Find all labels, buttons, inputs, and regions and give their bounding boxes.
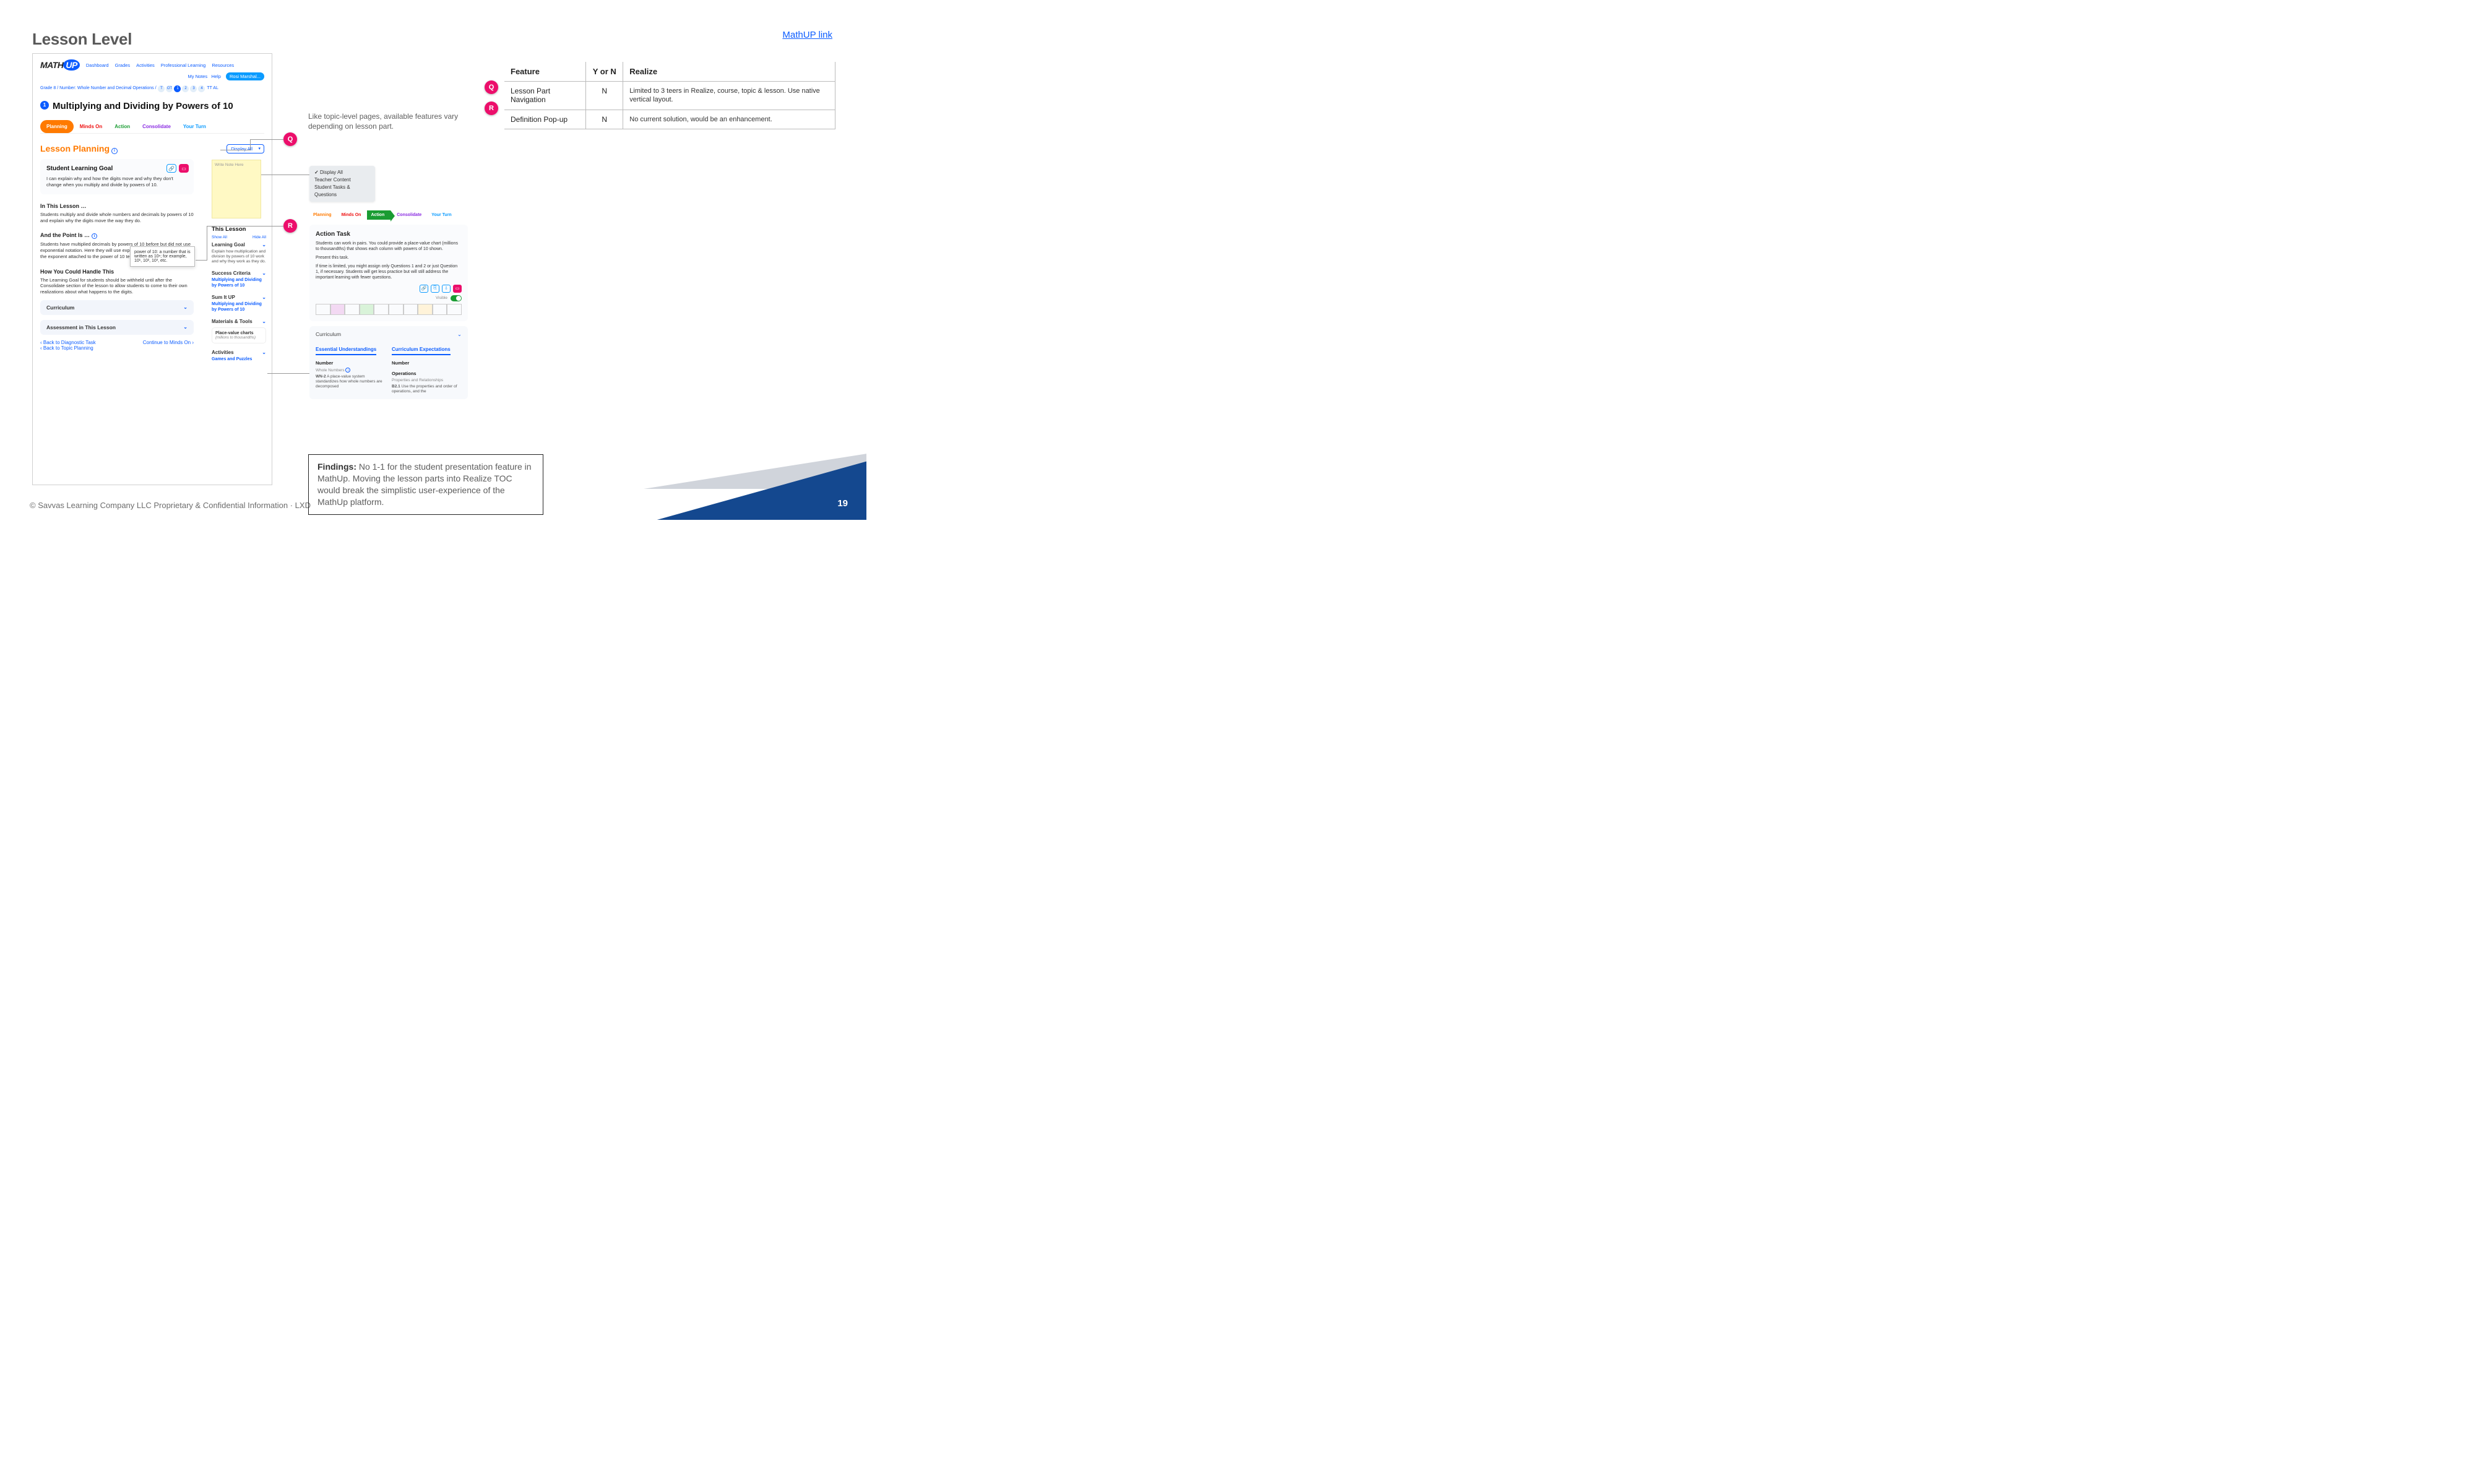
continue-minds-link[interactable]: Continue to Minds On › xyxy=(143,340,194,351)
sticky-note[interactable]: Write Note Here xyxy=(212,160,261,218)
material-card[interactable]: Place-value charts(millions to thousandt… xyxy=(212,327,266,343)
in-this-lesson-text: Students multiply and divide whole numbe… xyxy=(40,212,194,224)
learning-goal-text: Explain how multiplication and division … xyxy=(212,249,266,264)
action-task-card: Action Task Students can work in pairs. … xyxy=(309,225,468,321)
copyright-text: © Savvas Learning Company LLC Proprietar… xyxy=(30,501,311,510)
subnav-notes[interactable]: My Notes xyxy=(188,74,208,79)
lesson-planning-heading: Lesson Planningi xyxy=(40,144,118,154)
annotation-badge-q: Q xyxy=(485,80,498,94)
annotation-badge-r: R xyxy=(283,219,297,233)
lesson-sidebar: Write Note Here This Lesson Show All Hid… xyxy=(212,160,266,362)
tab-consolidate[interactable]: Consolidate xyxy=(136,120,177,133)
lesson-part-tabs: Planning Minds On Action Consolidate You… xyxy=(40,120,264,134)
page-number: 19 xyxy=(837,498,848,509)
action-part-tabs: Planning Minds On Action Consolidate You… xyxy=(309,210,468,220)
sum-it-up-link[interactable]: Multiplying and Dividing by Powers of 10 xyxy=(212,302,266,313)
tab-your-turn[interactable]: Your Turn xyxy=(428,210,455,220)
action-tab-screenshot: Planning Minds On Action Consolidate You… xyxy=(309,210,468,399)
present-icon[interactable]: ▭ xyxy=(453,285,462,293)
download-icon[interactable]: ⇩ xyxy=(442,285,451,293)
info-icon[interactable]: i xyxy=(92,233,97,239)
dropdown-opt-all[interactable]: Display All xyxy=(314,169,370,176)
breadcrumb: Grade 8 / Number: Whole Number and Decim… xyxy=(40,85,264,92)
chevron-down-icon: ⌄ xyxy=(183,324,188,330)
student-learning-goal-card: 🔗 ▭ Student Learning Goal I can explain … xyxy=(40,159,194,194)
curriculum-card: Curriculum⌄ Essential Understandings Num… xyxy=(309,326,468,400)
feature-comparison-table: Feature Y or N Realize Lesson Part Navig… xyxy=(504,62,835,129)
hide-all-link[interactable]: Hide All xyxy=(252,235,266,239)
success-criteria-link[interactable]: Multiplying and Dividing by Powers of 10 xyxy=(212,278,266,288)
lesson-title: 1 Multiplying and Dividing by Powers of … xyxy=(40,101,264,111)
annotation-badge-q: Q xyxy=(283,132,297,146)
slide-corner: 19 xyxy=(600,421,866,520)
nav-dashboard[interactable]: Dashboard xyxy=(86,63,109,68)
this-lesson-heading: This Lesson xyxy=(212,226,266,233)
dropdown-opt-student[interactable]: Student Tasks & Questions xyxy=(314,184,370,199)
tab-minds-on[interactable]: Minds On xyxy=(74,120,108,133)
display-filter-select[interactable]: Display All xyxy=(227,144,264,153)
nav-resources[interactable]: Resources xyxy=(212,63,234,68)
annotation-badge-r: R xyxy=(485,101,498,115)
tab-planning[interactable]: Planning xyxy=(309,210,335,220)
info-icon[interactable]: i xyxy=(111,148,118,154)
table-row: Definition Pop-up N No current solution,… xyxy=(504,110,835,129)
link-icon[interactable]: 🔗 xyxy=(420,285,428,293)
chevron-down-icon: ⌄ xyxy=(183,304,188,311)
curriculum-accordion[interactable]: Curriculum⌄ xyxy=(40,300,194,315)
table-row: Lesson Part Navigation N Limited to 3 te… xyxy=(504,82,835,110)
col-realize: Realize xyxy=(623,62,835,82)
col-yn: Y or N xyxy=(586,62,623,82)
main-nav: Dashboard Grades Activities Professional… xyxy=(86,63,234,68)
place-value-chart xyxy=(316,304,462,315)
materials-heading[interactable]: Materials & Tools xyxy=(212,319,252,324)
link-icon[interactable]: 🔗 xyxy=(166,164,176,173)
tab-your-turn[interactable]: Your Turn xyxy=(177,120,212,133)
feature-note: Like topic-level pages, available featur… xyxy=(308,111,463,131)
user-pill[interactable]: Rosi Marshal... xyxy=(226,72,264,80)
findings-box: Findings: No 1-1 for the student present… xyxy=(308,454,543,515)
mathup-logo: MATHUP xyxy=(40,60,80,70)
nav-prof-learning[interactable]: Professional Learning xyxy=(161,63,206,68)
tab-consolidate[interactable]: Consolidate xyxy=(393,210,425,220)
handle-text: The Learning Goal for students should be… xyxy=(40,277,194,295)
nav-activities[interactable]: Activities xyxy=(136,63,155,68)
subnav-help[interactable]: Help xyxy=(211,74,220,79)
visible-toggle[interactable] xyxy=(451,295,462,301)
tab-minds-on[interactable]: Minds On xyxy=(338,210,365,220)
back-diagnostic-link[interactable]: ‹ Back to Diagnostic Task xyxy=(40,340,96,345)
display-dropdown-expanded: Display All Teacher Content Student Task… xyxy=(309,166,375,202)
tab-action[interactable]: Action xyxy=(108,120,136,133)
show-all-link[interactable]: Show All xyxy=(212,235,227,239)
present-icon[interactable]: ▭ xyxy=(179,164,189,173)
col-feature: Feature xyxy=(504,62,586,82)
chevron-down-icon[interactable]: ⌄ xyxy=(457,331,462,338)
success-criteria-heading[interactable]: Success Criteria xyxy=(212,270,251,276)
back-topic-link[interactable]: ‹ Back to Topic Planning xyxy=(40,345,93,351)
activities-heading[interactable]: Activities xyxy=(212,350,234,355)
curriculum-expectations-tab[interactable]: Curriculum Expectations xyxy=(392,347,451,355)
assessment-accordion[interactable]: Assessment in This Lesson⌄ xyxy=(40,320,194,335)
activities-link[interactable]: Games and Puzzles xyxy=(212,357,266,362)
learning-goal-heading[interactable]: Learning Goal xyxy=(212,242,245,248)
page-title: Lesson Level xyxy=(32,30,132,49)
sum-it-up-heading[interactable]: Sum It UP xyxy=(212,295,235,300)
visible-label: Visible xyxy=(436,296,447,300)
copy-icon[interactable]: ⎘ xyxy=(431,285,439,293)
tab-action[interactable]: Action xyxy=(367,210,391,220)
mathup-link[interactable]: MathUP link xyxy=(782,30,832,40)
dropdown-opt-teacher[interactable]: Teacher Content xyxy=(314,176,370,184)
nav-grades[interactable]: Grades xyxy=(115,63,131,68)
sub-nav: My Notes Help Rosi Marshal... xyxy=(40,74,264,79)
definition-tooltip: power of 10: a number that is written as… xyxy=(130,246,195,267)
tab-planning[interactable]: Planning xyxy=(40,120,74,133)
findings-label: Findings: xyxy=(317,462,356,472)
essential-understandings-tab[interactable]: Essential Understandings xyxy=(316,347,376,355)
